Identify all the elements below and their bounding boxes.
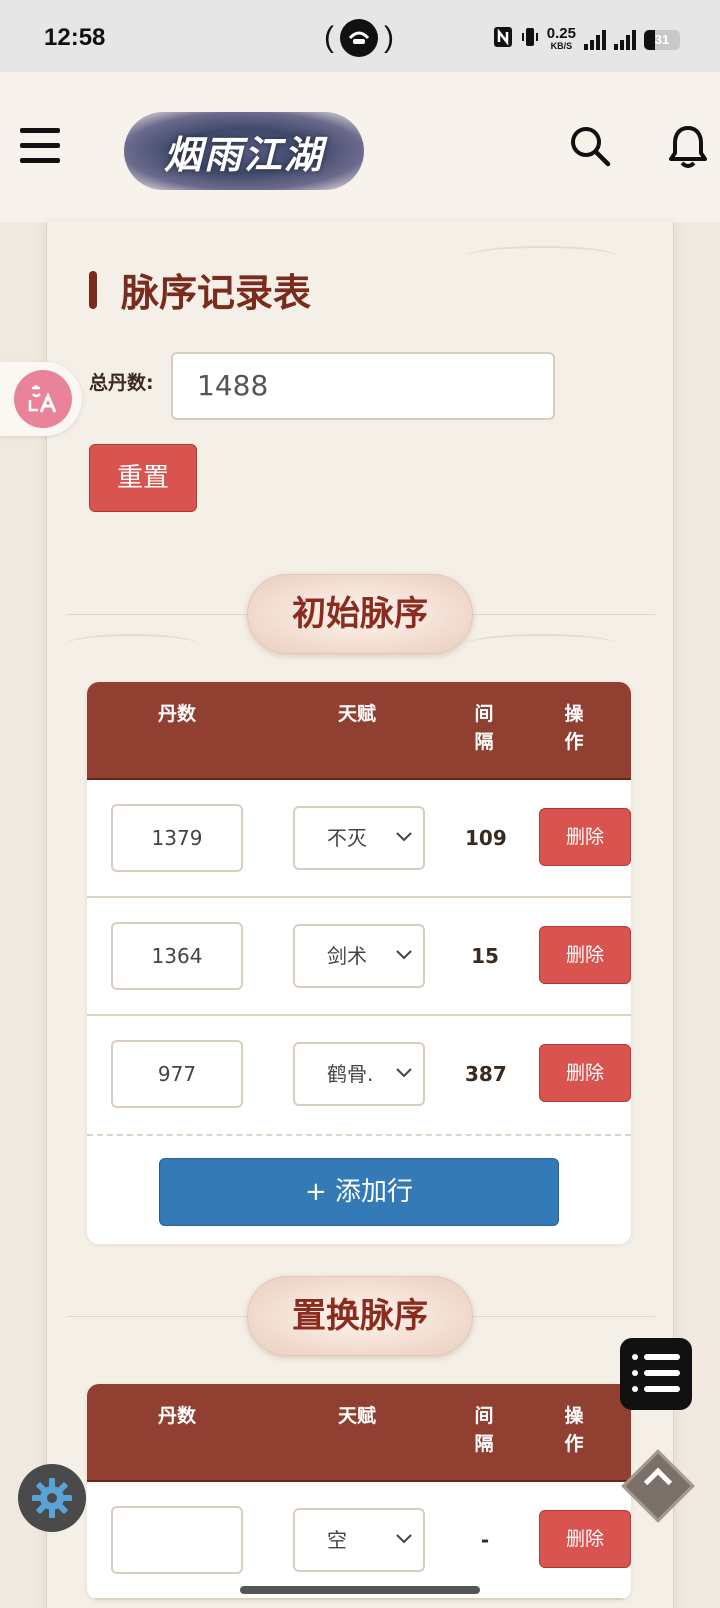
- status-bar: 12:58 ( ) 0.25 KB/S 31: [0, 0, 720, 72]
- column-header-action: 操作: [564, 1405, 584, 1455]
- delete-button[interactable]: 删除: [539, 1510, 631, 1568]
- tianfu-select[interactable]: 剑术: [293, 924, 425, 988]
- translate-icon: [14, 370, 72, 428]
- menu-icon[interactable]: [20, 128, 60, 163]
- total-label: 总丹数:: [89, 372, 154, 394]
- vibrate-icon: [521, 26, 539, 53]
- site-logo[interactable]: 烟雨江湖: [124, 112, 364, 190]
- gap-value: 109: [465, 826, 507, 850]
- section-title-replace: 置换脉序: [247, 1276, 473, 1356]
- reset-button[interactable]: 重置: [89, 444, 197, 512]
- chevron-up-icon: [643, 1467, 673, 1496]
- column-header-action: 操作: [564, 703, 584, 753]
- dan-input[interactable]: 1379: [111, 804, 243, 872]
- main-card: 脉序记录表 总丹数: 1488 重置 初始脉序 丹数 天赋 间隔 操作 1379…: [46, 222, 674, 1608]
- delete-button[interactable]: 删除: [539, 926, 631, 984]
- network-speed: 0.25 KB/S: [546, 24, 576, 51]
- chevron-down-icon: [396, 832, 412, 842]
- initial-sequence-table: 丹数 天赋 间隔 操作 1379 不灭 109 删除 1364 剑术 15 删除…: [87, 682, 631, 1244]
- status-time: 12:58: [44, 24, 106, 51]
- table-row: 1364 剑术 15 删除: [87, 898, 631, 1016]
- home-indicator[interactable]: [240, 1586, 480, 1594]
- column-header-tianfu: 天赋: [337, 703, 376, 725]
- column-header-dan: 丹数: [157, 703, 196, 725]
- dan-input[interactable]: [111, 1506, 243, 1574]
- column-header-gap: 间隔: [474, 1405, 494, 1455]
- table-row: 1379 不灭 109 删除: [87, 780, 631, 898]
- gap-value: -: [480, 1528, 490, 1552]
- translate-button[interactable]: [0, 362, 82, 436]
- table-row: 977 鹤骨. 387 删除: [87, 1016, 631, 1134]
- tianfu-select[interactable]: 不灭: [293, 806, 425, 870]
- gear-icon[interactable]: [18, 1464, 86, 1532]
- column-header-tianfu: 天赋: [337, 1405, 376, 1427]
- add-row-button[interactable]: + 添加行: [159, 1158, 559, 1226]
- list-icon[interactable]: [620, 1338, 692, 1410]
- app-header: 烟雨江湖: [0, 72, 720, 222]
- tianfu-select[interactable]: 空: [293, 1508, 425, 1572]
- status-icons: 0.25 KB/S 31: [493, 26, 680, 53]
- page-title: 脉序记录表: [89, 262, 311, 317]
- decor-wave: [467, 246, 617, 266]
- dan-input[interactable]: 977: [111, 1040, 243, 1108]
- delete-button[interactable]: 删除: [539, 1044, 631, 1102]
- chevron-down-icon: [396, 1068, 412, 1078]
- nfc-icon: [493, 26, 513, 53]
- gap-value: 387: [465, 1062, 507, 1086]
- decor-wave: [67, 634, 197, 654]
- signal-icon-2: [614, 29, 636, 50]
- signal-icon: [584, 29, 606, 50]
- dan-input[interactable]: 1364: [111, 922, 243, 990]
- replace-sequence-table: 丹数 天赋 间隔 操作 空 - 删除: [87, 1384, 631, 1600]
- chevron-down-icon: [396, 950, 412, 960]
- tianfu-select[interactable]: 鹤骨.: [293, 1042, 425, 1106]
- hotspot-indicator: ( ): [324, 18, 394, 58]
- add-row-area: + 添加行: [87, 1134, 631, 1244]
- gap-value: 15: [471, 944, 499, 968]
- table-row: 空 - 删除: [87, 1482, 631, 1600]
- total-dan-input[interactable]: 1488: [171, 352, 555, 420]
- delete-button[interactable]: 删除: [539, 808, 631, 866]
- section-title-initial: 初始脉序: [247, 574, 473, 654]
- table-header: 丹数 天赋 间隔 操作: [87, 682, 631, 780]
- hotspot-icon: [340, 19, 378, 57]
- table-header: 丹数 天赋 间隔 操作: [87, 1384, 631, 1482]
- column-header-gap: 间隔: [474, 703, 494, 753]
- chevron-down-icon: [396, 1534, 412, 1544]
- column-header-dan: 丹数: [157, 1405, 196, 1427]
- decor-wave: [467, 634, 617, 654]
- search-icon[interactable]: [568, 124, 612, 168]
- bell-icon[interactable]: [668, 124, 708, 170]
- battery-icon: 31: [644, 29, 680, 50]
